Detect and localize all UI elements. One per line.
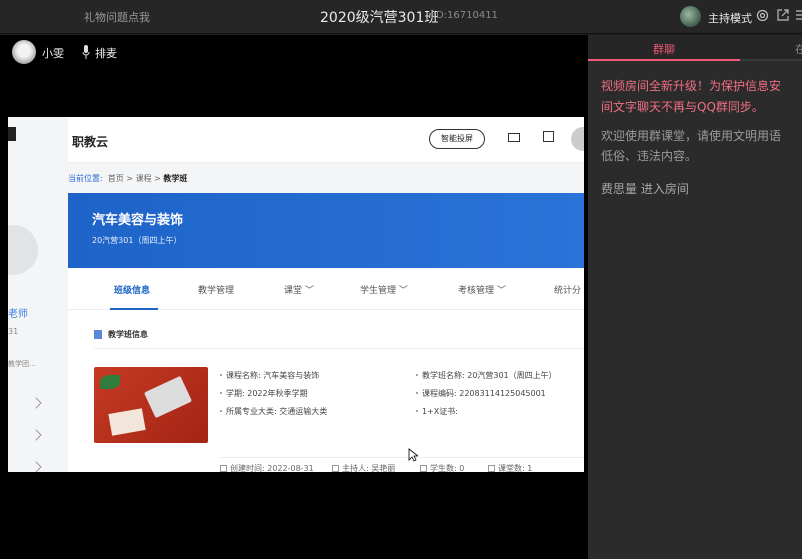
book-illustration <box>108 408 146 436</box>
mic-queue-button[interactable]: 排麦 <box>95 45 117 61</box>
welcome-message: 欢迎使用群课堂，请使用文明用语 低俗、违法内容。 <box>601 126 802 166</box>
meta-students-text: 学生数: 0 <box>430 464 465 472</box>
course-title: 汽车美容与装饰 <box>92 213 184 228</box>
room-title: 2020级汽营301班 <box>320 10 439 26</box>
breadcrumb: 当前位置: 首页 > 课程 > 教学班 <box>68 173 187 184</box>
screen-left-panel: 老师 31 教学团... <box>8 117 68 472</box>
meta-classes: 课堂数: 1 <box>488 463 532 472</box>
chat-tabs: 群聊 在 <box>588 35 802 61</box>
meta-host-text: 主持人: 吴艳丽 <box>342 464 396 472</box>
user-name: 小雯 <box>42 47 64 60</box>
teaching-team-label: 教学团... <box>8 360 36 368</box>
chevron-right-icon <box>30 429 42 441</box>
screen-left-edge <box>8 127 16 141</box>
welcome-line: 低俗、违法内容。 <box>601 149 698 163</box>
tab-student-management: 学生管理 ﹀ <box>360 286 408 296</box>
tab-teaching-management: 教学管理 <box>198 286 235 296</box>
video-area: 小雯 排麦 老师 31 教学团... 职教云 智能投屏 当前位置: 首页 > 课… <box>0 35 588 559</box>
meta-students: 学生数: 0 <box>420 463 464 472</box>
tab-assessment: 考核管理 ﹀ <box>458 286 506 296</box>
title-bar: 礼物问题点我 2020级汽营301班 ID:16710411 主持模式 <box>0 0 802 34</box>
person-icon <box>332 465 339 472</box>
field-class-name: 教学班名称: 20汽营301（周四上午） <box>416 371 557 380</box>
course-cover-image <box>94 367 208 443</box>
class-icon <box>488 465 495 472</box>
chat-panel: 群聊 在 视频房间全新升级！为保护信息安 间文字聊天不再与QQ群同步。 欢迎使用… <box>588 35 802 559</box>
field-certificate: 1+X证书: <box>416 407 458 416</box>
tab-classroom: 课堂 ﹀ <box>284 286 314 296</box>
inactive-chat-tab-indicator <box>740 59 802 61</box>
group-class-window: 礼物问题点我 2020级汽营301班 ID:16710411 主持模式 小雯 排… <box>0 0 802 559</box>
room-id: ID:16710411 <box>433 10 498 21</box>
mouse-cursor-icon <box>408 448 418 462</box>
course-banner: 汽车美容与装饰 20汽营301（周四上午） <box>68 193 584 268</box>
active-chat-tab-indicator <box>588 59 740 61</box>
laptop-illustration <box>143 375 193 419</box>
section-title: 教学班信息 <box>108 330 148 339</box>
shared-screen: 老师 31 教学团... 职教云 智能投屏 当前位置: 首页 > 课程 > 教学… <box>8 117 584 472</box>
people-icon <box>420 465 427 472</box>
field-major: 所属专业大类: 交通运输大类 <box>219 407 328 416</box>
mail-icon <box>508 133 520 142</box>
class-info-section: 教学班信息 课程名称: 汽车美容与装饰 学期: 2022年秋季学期 所属专业大类… <box>68 310 584 472</box>
exit-icon <box>543 131 554 142</box>
join-message: 费思量 进入房间 <box>601 182 689 196</box>
meta-created: 创建时间: 2022-08-31 <box>220 463 314 472</box>
user-avatar[interactable] <box>12 40 36 64</box>
welcome-line: 欢迎使用群课堂，请使用文明用语 <box>601 129 782 143</box>
document-icon <box>94 330 102 339</box>
breadcrumb-separator: > <box>126 174 134 183</box>
upgrade-notice: 视频房间全新升级！为保护信息安 间文字聊天不再与QQ群同步。 <box>601 76 802 118</box>
tab-class-info: 班级信息 <box>114 286 151 296</box>
smart-cast-button: 智能投屏 <box>429 129 485 149</box>
brand-name: 职教云 <box>72 135 109 149</box>
breadcrumb-bar: 当前位置: 首页 > 课程 > 教学班 <box>68 163 584 193</box>
teacher-label: 老师 <box>8 309 28 320</box>
upgrade-notice-line: 视频房间全新升级！为保护信息安 <box>601 79 782 93</box>
breadcrumb-separator: > <box>154 174 161 183</box>
tab-group-chat[interactable]: 群聊 <box>653 41 675 57</box>
host-mode-label[interactable]: 主持模式 <box>708 10 752 26</box>
teacher-avatar <box>8 225 38 275</box>
field-course-code: 课程编码: 220831141250450​01 <box>416 389 546 398</box>
gift-help-link[interactable]: 礼物问题点我 <box>84 9 150 25</box>
settings-icon[interactable] <box>755 9 770 24</box>
course-tabs: 班级信息 教学管理 课堂 ﹀ 学生管理 ﹀ 考核管理 ﹀ 统计分 <box>68 268 584 310</box>
field-course-name: 课程名称: 汽车美容与装饰 <box>219 371 320 380</box>
meta-divider <box>220 457 584 458</box>
breadcrumb-current: 教学班 <box>163 174 188 183</box>
section-divider <box>94 348 584 349</box>
host-avatar[interactable] <box>680 6 701 27</box>
popout-icon[interactable] <box>775 9 790 24</box>
upgrade-notice-line: 间文字聊天不再与QQ群同步。 <box>601 100 764 114</box>
class-info: 20汽营301（周四上午） <box>92 236 182 245</box>
more-icon[interactable] <box>793 9 802 24</box>
meta-classes-text: 课堂数: 1 <box>498 464 533 472</box>
microphone-icon[interactable] <box>82 44 90 59</box>
screen-user-avatar <box>571 127 584 151</box>
screen-header: 职教云 智能投屏 <box>68 117 584 163</box>
breadcrumb-home: 首页 <box>107 174 124 183</box>
chevron-right-icon <box>30 461 42 472</box>
meta-host: 主持人: 吴艳丽 <box>332 463 395 472</box>
teacher-sub-label: 31 <box>8 327 19 336</box>
plant-leaf <box>100 375 120 389</box>
chevron-right-icon <box>30 397 42 409</box>
meta-created-text: 创建时间: 2022-08-31 <box>230 464 314 472</box>
breadcrumb-label: 当前位置: <box>68 174 103 183</box>
tab-statistics: 统计分 <box>554 286 582 296</box>
calendar-icon <box>220 465 227 472</box>
breadcrumb-courses: 课程 <box>135 174 152 183</box>
tab-online[interactable]: 在 <box>795 41 802 57</box>
field-semester: 学期: 2022年秋季学期 <box>220 389 308 398</box>
